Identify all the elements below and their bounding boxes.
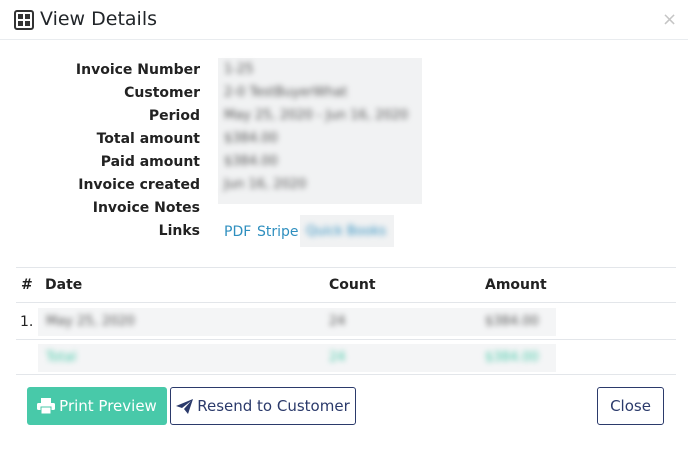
col-header-count: Count (329, 277, 376, 293)
close-icon[interactable]: × (662, 10, 677, 30)
extra-link[interactable]: Quick Books (306, 224, 386, 239)
paid-amount-label: Paid amount (100, 154, 200, 170)
table-bottom-border (16, 374, 676, 375)
grid-window-icon (14, 10, 34, 30)
total-amount: $384.00 (485, 350, 539, 365)
resend-label: Resend to Customer (197, 397, 350, 415)
paper-plane-icon (176, 398, 194, 414)
close-label: Close (610, 397, 651, 415)
close-button[interactable]: Close (597, 387, 664, 425)
pdf-link[interactable]: PDF (224, 224, 251, 240)
period-label: Period (148, 108, 200, 124)
total-amount-value: $384.00 (224, 131, 278, 146)
print-preview-label: Print Preview (59, 397, 157, 415)
detail-row-paid-amount: Paid amount $384.00 (0, 152, 688, 175)
invoice-notes-label: Invoice Notes (92, 200, 200, 216)
invoice-number-label: Invoice Number (75, 62, 200, 78)
detail-row-invoice-number: Invoice Number 1-25 (0, 60, 688, 83)
resend-to-customer-button[interactable]: Resend to Customer (170, 387, 356, 425)
paid-amount-value: $384.00 (224, 154, 278, 169)
modal-header: View Details × (0, 0, 688, 40)
modal-title: View Details (40, 8, 157, 30)
col-header-num: # (21, 277, 33, 293)
table-header-divider (16, 302, 676, 303)
period-value: May 25, 2020 - Jun 16, 2020 (224, 108, 409, 123)
printer-icon (37, 398, 56, 414)
print-preview-button[interactable]: Print Preview (27, 387, 167, 425)
customer-label: Customer (124, 85, 200, 101)
detail-row-total-amount: Total amount $384.00 (0, 129, 688, 152)
total-row-shade (38, 344, 556, 372)
detail-row-customer: Customer 2-0 TestBuyerWhat (0, 83, 688, 106)
total-label: Total (46, 350, 77, 365)
detail-row-period: Period May 25, 2020 - Jun 16, 2020 (0, 106, 688, 129)
total-count: 24 (329, 350, 346, 365)
row-count: 24 (329, 314, 346, 329)
invoice-number-value: 1-25 (224, 62, 254, 77)
detail-row-invoice-created: Invoice created Jun 16, 2020 (0, 175, 688, 198)
row-amount: $384.00 (485, 314, 539, 329)
invoice-created-label: Invoice created (78, 177, 200, 193)
row-number: 1. (20, 314, 34, 330)
table-top-border (16, 267, 676, 268)
row-date: May 25, 2020 (46, 314, 135, 329)
col-header-date: Date (45, 277, 83, 293)
col-header-amount: Amount (485, 277, 547, 293)
customer-value: 2-0 TestBuyerWhat (224, 85, 348, 100)
stripe-link[interactable]: Stripe (257, 224, 299, 240)
total-amount-label: Total amount (96, 131, 200, 147)
table-row-divider (16, 339, 676, 340)
links-label: Links (158, 223, 200, 239)
invoice-created-value: Jun 16, 2020 (224, 177, 307, 192)
